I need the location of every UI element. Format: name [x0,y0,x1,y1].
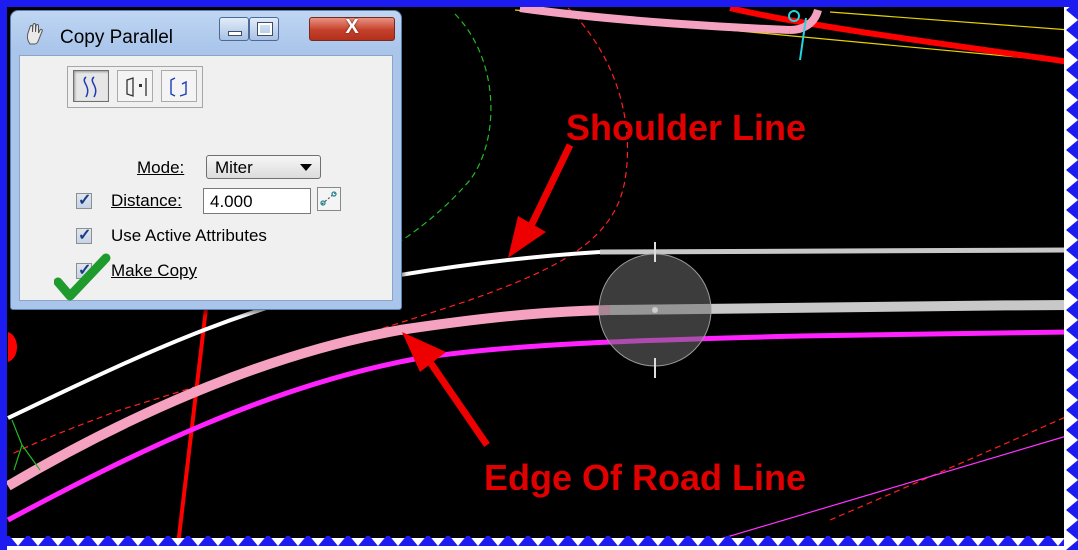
check-icon: ✓ [78,192,92,209]
distance-input[interactable]: 4.000 [203,188,311,214]
parallel-point-icon [126,77,147,97]
green-checkmark-icon [54,253,111,301]
dialog-title: Copy Parallel [60,27,173,48]
mode-dropdown[interactable]: Miter [206,155,321,179]
close-button[interactable]: X [309,16,395,41]
mode-label: Mode: [137,158,185,177]
use-active-attributes-checkbox[interactable]: ✓ [76,227,92,244]
frame-edge-top [0,0,1078,7]
measure-icon [320,191,337,206]
pick-distance-button[interactable] [317,187,341,211]
chevron-down-icon [300,164,312,171]
dialog-titlebar[interactable]: Copy Parallel X [11,11,401,55]
minimize-button[interactable] [219,17,249,41]
method-toolbox [67,66,203,108]
distance-value: 4.000 [210,192,253,211]
close-icon: X [345,16,359,38]
maximize-icon [257,22,273,36]
parallel-offset-icon [170,77,187,97]
check-icon: ✓ [78,227,92,244]
distance-label: Distance: [111,191,182,210]
shoulder-line-gray [599,247,1071,255]
dialog-body: Mode: Miter ✓ Distance: 4.000 ✓ Use Acti… [19,55,393,301]
minimize-icon [228,31,242,36]
mode-value: Miter [215,158,253,177]
distance-checkbox[interactable]: ✓ [76,192,92,209]
cursor-center [652,307,658,313]
frame-edge-left [0,0,7,550]
hand-icon [26,23,43,45]
copy-parallel-by-key-in-tool[interactable] [161,70,197,102]
parallel-curves-icon [83,76,97,98]
copy-parallel-by-point-tool[interactable] [117,70,153,102]
shoulder-line-label: Shoulder Line [566,107,806,148]
maximize-button[interactable] [249,17,279,41]
edge-of-road-line-label: Edge Of Road Line [484,457,806,498]
copy-parallel-dialog: Copy Parallel X Mode: Miter ✓ Distance: … [10,10,402,310]
make-copy-label: Make Copy [111,261,197,280]
use-active-attributes-label: Use Active Attributes [111,226,267,245]
copy-parallel-by-distance-tool[interactable] [73,70,109,102]
